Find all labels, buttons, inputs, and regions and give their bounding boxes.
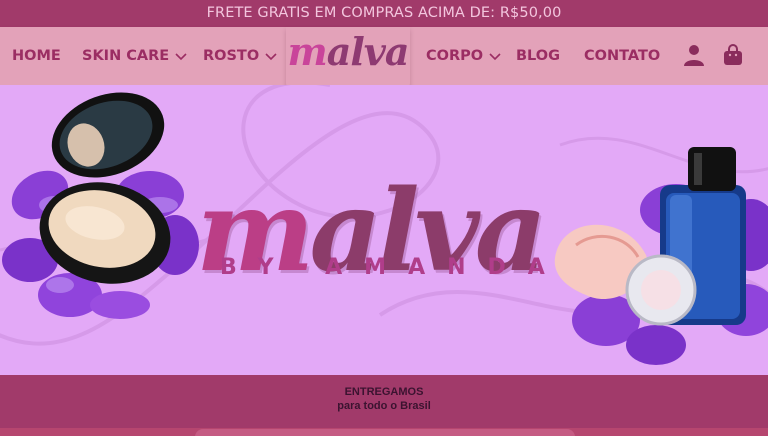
compact-powder-image — [2, 92, 199, 319]
hero-banner[interactable]: malva BY AMANDA — [0, 85, 768, 375]
chevron-down-icon — [175, 53, 187, 61]
perfume-bottle-image — [554, 147, 768, 365]
chevron-down-icon — [489, 53, 501, 61]
promo-text: FRETE GRATIS EM COMPRAS ACIMA DE: R$50,0… — [206, 5, 562, 21]
nav-item-home[interactable]: HOME — [12, 27, 61, 85]
site-logo[interactable]: malva — [286, 27, 410, 89]
nav-item-label: SKIN CARE — [82, 48, 170, 64]
bottom-tab-decoration — [195, 429, 575, 436]
logo-prefix: m — [287, 29, 328, 74]
nav-item-label: BLOG — [516, 48, 561, 64]
nav-item-label: CORPO — [426, 48, 484, 64]
logo-rest: alva — [326, 29, 410, 74]
nav-item-corpo[interactable]: CORPO — [426, 27, 501, 85]
chevron-down-icon — [265, 53, 277, 61]
nav-item-skin-care[interactable]: SKIN CARE — [82, 27, 187, 85]
shipping-title: ENTREGAMOS — [344, 386, 424, 398]
promo-bar: FRETE GRATIS EM COMPRAS ACIMA DE: R$50,0… — [0, 0, 768, 27]
nav-item-blog[interactable]: BLOG — [516, 27, 560, 85]
user-icon[interactable] — [682, 43, 706, 67]
shipping-subtitle: para todo o Brasil — [337, 400, 431, 412]
shopping-bag-icon[interactable] — [721, 43, 745, 67]
nav-item-rosto[interactable]: ROSTO — [203, 27, 277, 85]
nav-item-label: ROSTO — [203, 48, 260, 64]
nav-item-label: HOME — [12, 48, 61, 64]
shipping-strip: ENTREGAMOS para todo o Brasil — [0, 375, 768, 428]
brand-byline: BY AMANDA — [220, 255, 567, 280]
nav-item-label: CONTATO — [584, 48, 661, 64]
nav-item-contato[interactable]: CONTATO — [584, 27, 660, 85]
